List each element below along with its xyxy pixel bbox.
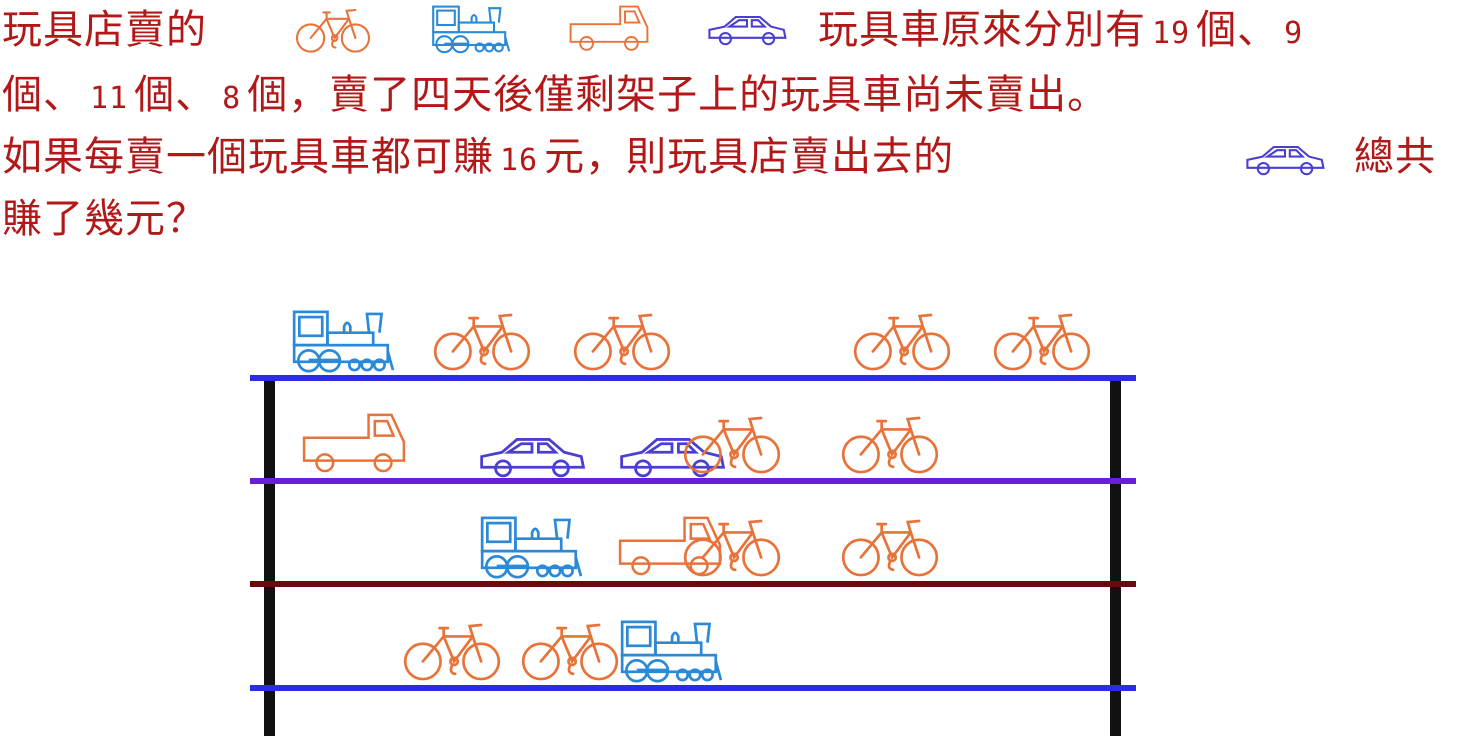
bicycle-icon [433,313,531,371]
shelf-board [250,581,1136,587]
bicycle-icon [683,416,781,474]
toy-shelf [250,310,1136,736]
shelf-post-left [264,378,275,736]
shelf-board [250,375,1136,381]
train-icon [620,620,723,683]
bicycle-icon [841,519,939,577]
train-icon [480,516,583,579]
car-icon [480,438,586,478]
truck-icon [618,516,722,576]
shelf-post-right [1110,378,1121,736]
shelf-board [250,685,1136,691]
bicycle-icon [993,313,1091,371]
truck-icon [302,413,406,473]
bicycle-icon [573,313,671,371]
bicycle-icon [841,416,939,474]
bicycle-icon [853,313,951,371]
shelf-board [250,478,1136,484]
bicycle-icon [683,519,781,577]
bicycle-icon [403,623,501,681]
train-icon [292,310,395,373]
bicycle-icon [521,623,619,681]
